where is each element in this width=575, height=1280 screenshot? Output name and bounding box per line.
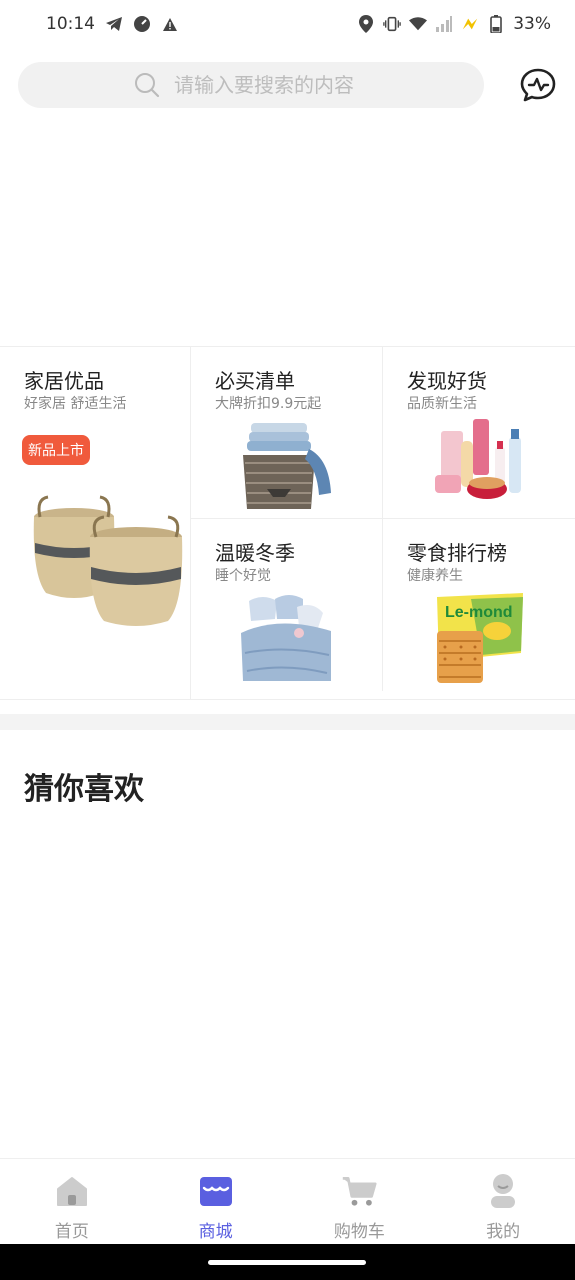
- search-row: [18, 62, 558, 108]
- nav-cart[interactable]: 购物车: [288, 1159, 432, 1244]
- system-navigation-bar: [0, 1244, 575, 1280]
- battery-icon: [487, 15, 505, 33]
- status-bar: 10:14 33%: [0, 0, 575, 48]
- promo-grid: 家居优品 好家居 舒适生活 新品上市 必买清单 大牌折扣9.9元起 发现好货 品…: [0, 346, 575, 700]
- promo-must-buy[interactable]: 必买清单 大牌折扣9.9元起: [191, 347, 383, 519]
- status-time: 10:14: [46, 14, 95, 34]
- section-divider: [0, 714, 575, 730]
- promo-home-subtitle: 好家居 舒适生活: [24, 396, 127, 412]
- nav-profile[interactable]: 我的: [431, 1159, 575, 1244]
- warning-icon: [161, 15, 179, 33]
- promo-winter-title: 温暖冬季: [215, 541, 295, 565]
- vibrate-icon: [383, 15, 401, 33]
- promo-discover-subtitle: 品质新生活: [407, 396, 477, 412]
- promo-mustbuy-subtitle: 大牌折扣9.9元起: [215, 396, 322, 412]
- bedding-image: [241, 595, 331, 681]
- charging-icon: [461, 15, 479, 33]
- nav-home[interactable]: 首页: [0, 1159, 144, 1244]
- profile-icon: [485, 1173, 521, 1209]
- nav-store-label: 商城: [198, 1222, 233, 1242]
- store-icon: [198, 1173, 234, 1209]
- nav-store[interactable]: 商城: [144, 1159, 288, 1244]
- promo-home-goods[interactable]: 家居优品 好家居 舒适生活 新品上市: [0, 347, 191, 699]
- search-input[interactable]: [174, 73, 434, 97]
- guess-you-like-title: 猜你喜欢: [24, 772, 144, 807]
- towel-basket-image: [243, 423, 331, 509]
- message-chart-icon: [520, 68, 556, 102]
- promo-discover-title: 发现好货: [407, 369, 487, 393]
- speed-icon: [133, 15, 151, 33]
- nav-cart-label: 购物车: [333, 1222, 385, 1242]
- nav-home-label: 首页: [54, 1222, 89, 1242]
- signal-icon: [435, 15, 453, 33]
- search-icon: [135, 73, 160, 98]
- cosmetics-image: [435, 419, 521, 499]
- home-gesture-handle[interactable]: [208, 1260, 366, 1265]
- cracker-box-image: Le-mond: [437, 593, 523, 683]
- home-icon: [54, 1173, 90, 1209]
- search-bar[interactable]: [18, 62, 484, 108]
- battery-percent: 33%: [513, 14, 551, 34]
- basket-image: [33, 495, 183, 626]
- nav-profile-label: 我的: [486, 1222, 521, 1242]
- new-arrival-badge: 新品上市: [22, 435, 90, 465]
- wifi-icon: [409, 15, 428, 33]
- message-button[interactable]: [518, 65, 558, 105]
- bottom-nav: 首页 商城 购物车 我的: [0, 1158, 575, 1244]
- promo-snacks-ranking[interactable]: 零食排行榜 健康养生 Le-mond: [383, 519, 575, 691]
- promo-mustbuy-title: 必买清单: [215, 369, 295, 393]
- promo-home-title: 家居优品: [24, 369, 104, 393]
- promo-discover[interactable]: 发现好货 品质新生活: [383, 347, 575, 519]
- promo-warm-winter[interactable]: 温暖冬季 睡个好觉: [191, 519, 383, 691]
- product-brand-text: Le-mond: [445, 604, 513, 621]
- promo-winter-subtitle: 睡个好觉: [215, 568, 271, 584]
- location-icon: [357, 15, 375, 33]
- promo-snacks-subtitle: 健康养生: [407, 568, 463, 584]
- promo-snacks-title: 零食排行榜: [407, 541, 507, 565]
- telegram-icon: [105, 15, 123, 33]
- cart-icon: [341, 1173, 377, 1209]
